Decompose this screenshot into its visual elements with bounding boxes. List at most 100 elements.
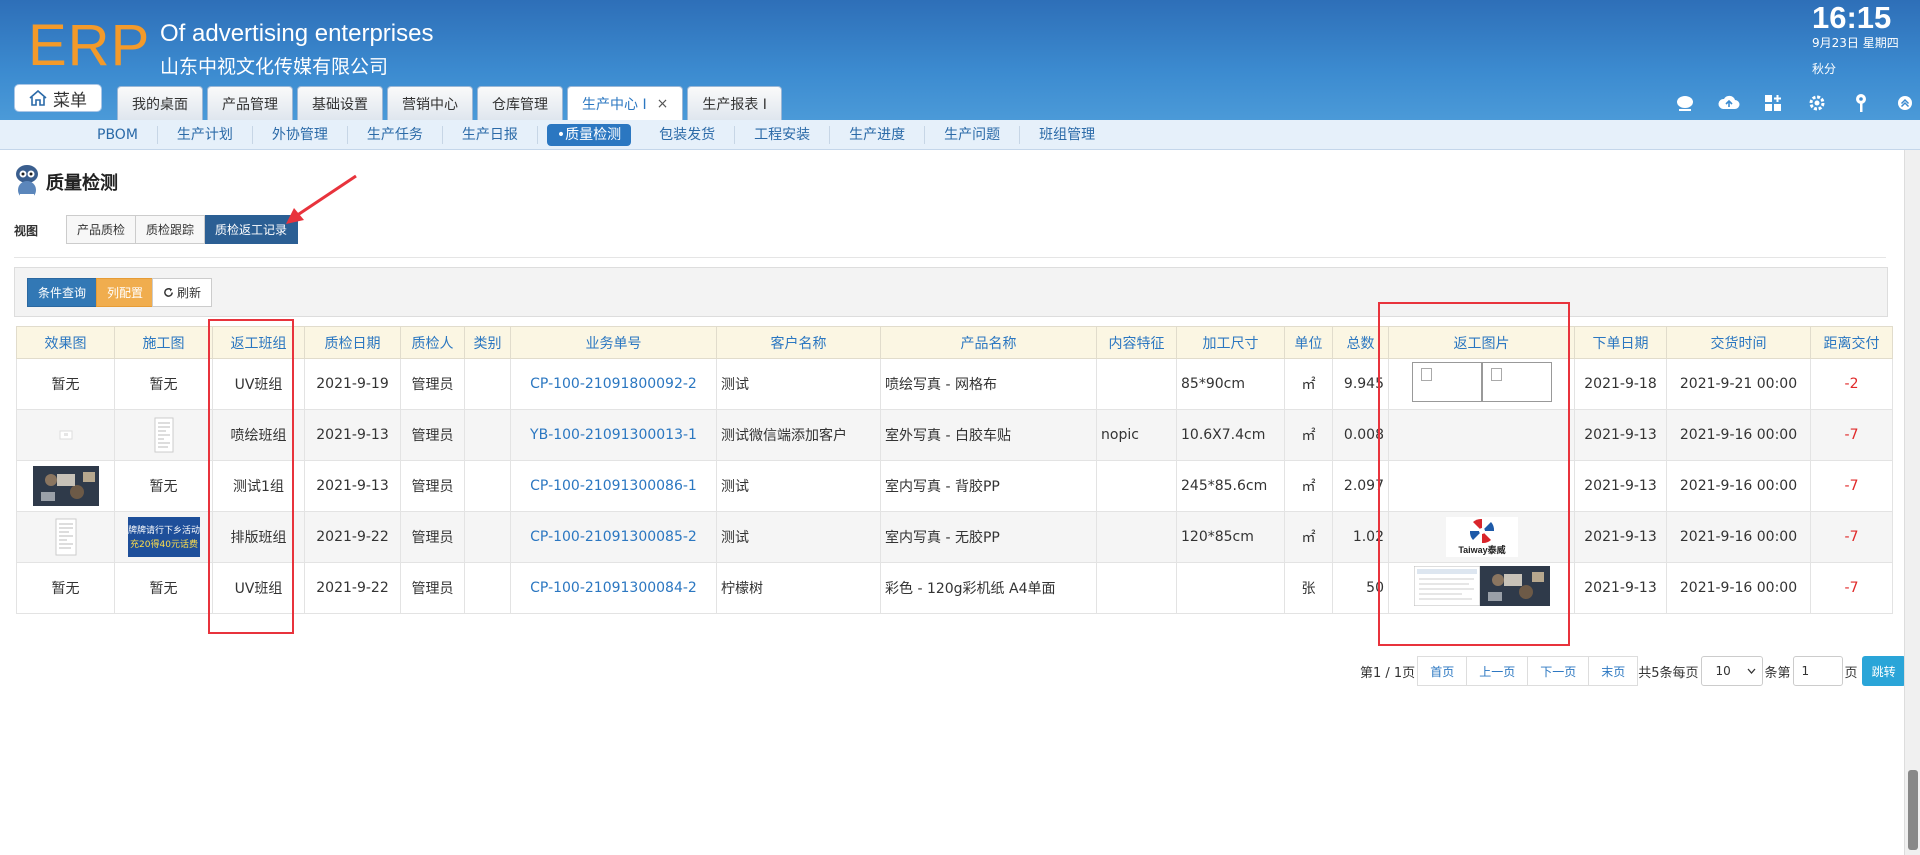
cell-customer: 柠檬树 — [716, 562, 881, 614]
cell-inspector: 管理员 — [400, 460, 465, 512]
subnav-installation[interactable]: 工程安装 — [735, 125, 831, 144]
cell-delivery: 2021-9-16 00:00 — [1666, 562, 1811, 614]
cell-size: 245*85.6cm — [1176, 460, 1285, 512]
chat-icon[interactable] — [1672, 92, 1698, 114]
mascot-icon — [16, 165, 38, 199]
table-row[interactable]: 暂无 暂无 UV班组 2021-9-22 管理员 CP-100-21091300… — [16, 562, 1893, 614]
photo-thumbnail[interactable] — [32, 466, 99, 506]
cell-construction: 暂无 — [114, 562, 213, 614]
cell-delivery: 2021-9-16 00:00 — [1666, 511, 1811, 563]
view-tab-qc-tracking[interactable]: 质检跟踪 — [136, 215, 206, 244]
tab-warehouse[interactable]: 仓库管理 — [477, 86, 563, 120]
col-construction-image[interactable]: 施工图 — [114, 326, 213, 359]
order-no-link[interactable]: CP-100-21091300085-2 — [510, 511, 717, 563]
last-page-button[interactable]: 末页 — [1589, 656, 1639, 686]
cell-category — [464, 358, 511, 410]
view-tab-product-qc[interactable]: 产品质检 — [66, 215, 137, 244]
order-no-link[interactable]: YB-100-21091300013-1 — [510, 409, 717, 461]
tab-marketing-center[interactable]: 营销中心 — [387, 86, 473, 120]
clock-time: 16:15 — [1812, 0, 1892, 35]
table-row[interactable]: 喷绘班组 2021-9-13 管理员 YB-100-21091300013-1 … — [16, 409, 1893, 461]
query-button[interactable]: 条件查询 — [27, 278, 98, 307]
cell-product: 室内写真 - 背胶PP — [880, 460, 1097, 512]
tab-desktop[interactable]: 我的桌面 — [117, 86, 203, 120]
grid-add-icon[interactable] — [1760, 92, 1786, 114]
key-icon[interactable] — [1848, 92, 1874, 114]
cell-qc-date: 2021-9-13 — [304, 460, 401, 512]
goto-button[interactable]: 跳转 — [1861, 656, 1906, 686]
cell-size — [1176, 562, 1285, 614]
menu-button[interactable]: 菜单 — [14, 84, 102, 112]
tab-label: 产品管理 — [222, 96, 278, 113]
tab-production-reports[interactable]: 生产报表 I — [687, 86, 782, 120]
vertical-scrollbar[interactable] — [1904, 150, 1920, 855]
table-row[interactable]: 暂无 暂无 UV班组 2021-9-19 管理员 CP-100-21091800… — [16, 358, 1893, 410]
col-customer[interactable]: 客户名称 — [716, 326, 881, 359]
clock-date: 9月23日 星期四 — [1812, 36, 1899, 50]
cell-effect: 暂无 — [16, 562, 115, 614]
subnav-packaging-shipping[interactable]: 包装发货 — [640, 125, 736, 144]
subnav-production-task[interactable]: 生产任务 — [348, 125, 443, 144]
cell-size: 120*85cm — [1176, 511, 1285, 563]
collapse-icon[interactable] — [1892, 92, 1918, 114]
tab-production-center[interactable]: 生产中心 I × — [567, 86, 684, 120]
first-page-button[interactable]: 首页 — [1417, 656, 1468, 686]
col-days-to-delivery[interactable]: 距离交付 — [1810, 326, 1893, 359]
table-row[interactable]: 牌牌请行下乡活动 充20得40元话费 排版班组 2021-9-22 管理员 CP… — [16, 511, 1893, 563]
cell-order-date: 2021-9-13 — [1574, 562, 1667, 614]
cell-qc-date: 2021-9-13 — [304, 409, 401, 461]
gear-icon[interactable] — [1804, 92, 1830, 114]
subnav-pbom[interactable]: PBOM — [78, 125, 158, 144]
tab-product-management[interactable]: 产品管理 — [207, 86, 293, 120]
next-page-button[interactable]: 下一页 — [1528, 656, 1590, 686]
col-unit[interactable]: 单位 — [1284, 326, 1333, 359]
tab-basic-settings[interactable]: 基础设置 — [297, 86, 383, 120]
col-order-date[interactable]: 下单日期 — [1574, 326, 1667, 359]
cell-distance: -7 — [1810, 511, 1893, 563]
highlight-box-rework-images — [1378, 302, 1570, 646]
goto-suffix-label: 页 — [1844, 665, 1858, 681]
subnav-progress[interactable]: 生产进度 — [830, 125, 926, 144]
col-delivery-time[interactable]: 交货时间 — [1666, 326, 1811, 359]
cell-feature — [1096, 460, 1177, 512]
column-config-button[interactable]: 列配置 — [96, 278, 155, 307]
col-effect-image[interactable]: 效果图 — [16, 326, 115, 359]
subnav-team-management[interactable]: 班组管理 — [1020, 126, 1114, 144]
col-category[interactable]: 类别 — [464, 326, 511, 359]
cell-order-date: 2021-9-18 — [1574, 358, 1667, 410]
tiny-image-thumbnail[interactable] — [59, 430, 73, 440]
col-order-no[interactable]: 业务单号 — [510, 326, 717, 359]
col-qc-date[interactable]: 质检日期 — [304, 326, 401, 359]
cloud-upload-icon[interactable] — [1716, 92, 1742, 114]
scrollbar-thumb[interactable] — [1908, 770, 1918, 850]
prev-page-button[interactable]: 上一页 — [1467, 656, 1529, 686]
cell-delivery: 2021-9-16 00:00 — [1666, 460, 1811, 512]
cell-effect — [16, 460, 115, 512]
page-size-select[interactable]: 10 — [1700, 656, 1763, 686]
cell-construction: 暂无 — [114, 358, 213, 410]
order-no-link[interactable]: CP-100-21091800092-2 — [510, 358, 717, 410]
order-no-link[interactable]: CP-100-21091300086-1 — [510, 460, 717, 512]
promo-banner-thumbnail[interactable]: 牌牌请行下乡活动 充20得40元话费 — [127, 517, 200, 557]
subnav-outsourcing[interactable]: 外协管理 — [253, 125, 348, 144]
cell-feature — [1096, 562, 1177, 614]
company-name-en: Of advertising enterprises — [160, 20, 434, 47]
subnav-issues[interactable]: 生产问题 — [925, 125, 1021, 144]
col-product[interactable]: 产品名称 — [880, 326, 1097, 359]
document-thumbnail[interactable] — [154, 417, 174, 453]
col-inspector[interactable]: 质检人 — [400, 326, 465, 359]
subnav-production-plan[interactable]: 生产计划 — [158, 125, 253, 144]
subnav-quality-inspection[interactable]: •质量检测 — [546, 123, 632, 146]
goto-page-input[interactable]: 1 — [1792, 656, 1843, 686]
table-row[interactable]: 暂无 测试1组 2021-9-13 管理员 CP-100-21091300086… — [16, 460, 1893, 512]
cell-feature: nopic — [1096, 409, 1177, 461]
cell-distance: -7 — [1810, 460, 1893, 512]
col-size[interactable]: 加工尺寸 — [1176, 326, 1285, 359]
order-no-link[interactable]: CP-100-21091300084-2 — [510, 562, 717, 614]
col-feature[interactable]: 内容特征 — [1096, 326, 1177, 359]
close-icon[interactable]: × — [657, 96, 669, 112]
cell-category — [464, 562, 511, 614]
subnav-production-daily[interactable]: 生产日报 — [443, 125, 538, 144]
document-thumbnail[interactable] — [55, 518, 77, 556]
refresh-button[interactable]: 刷新 — [152, 278, 213, 307]
